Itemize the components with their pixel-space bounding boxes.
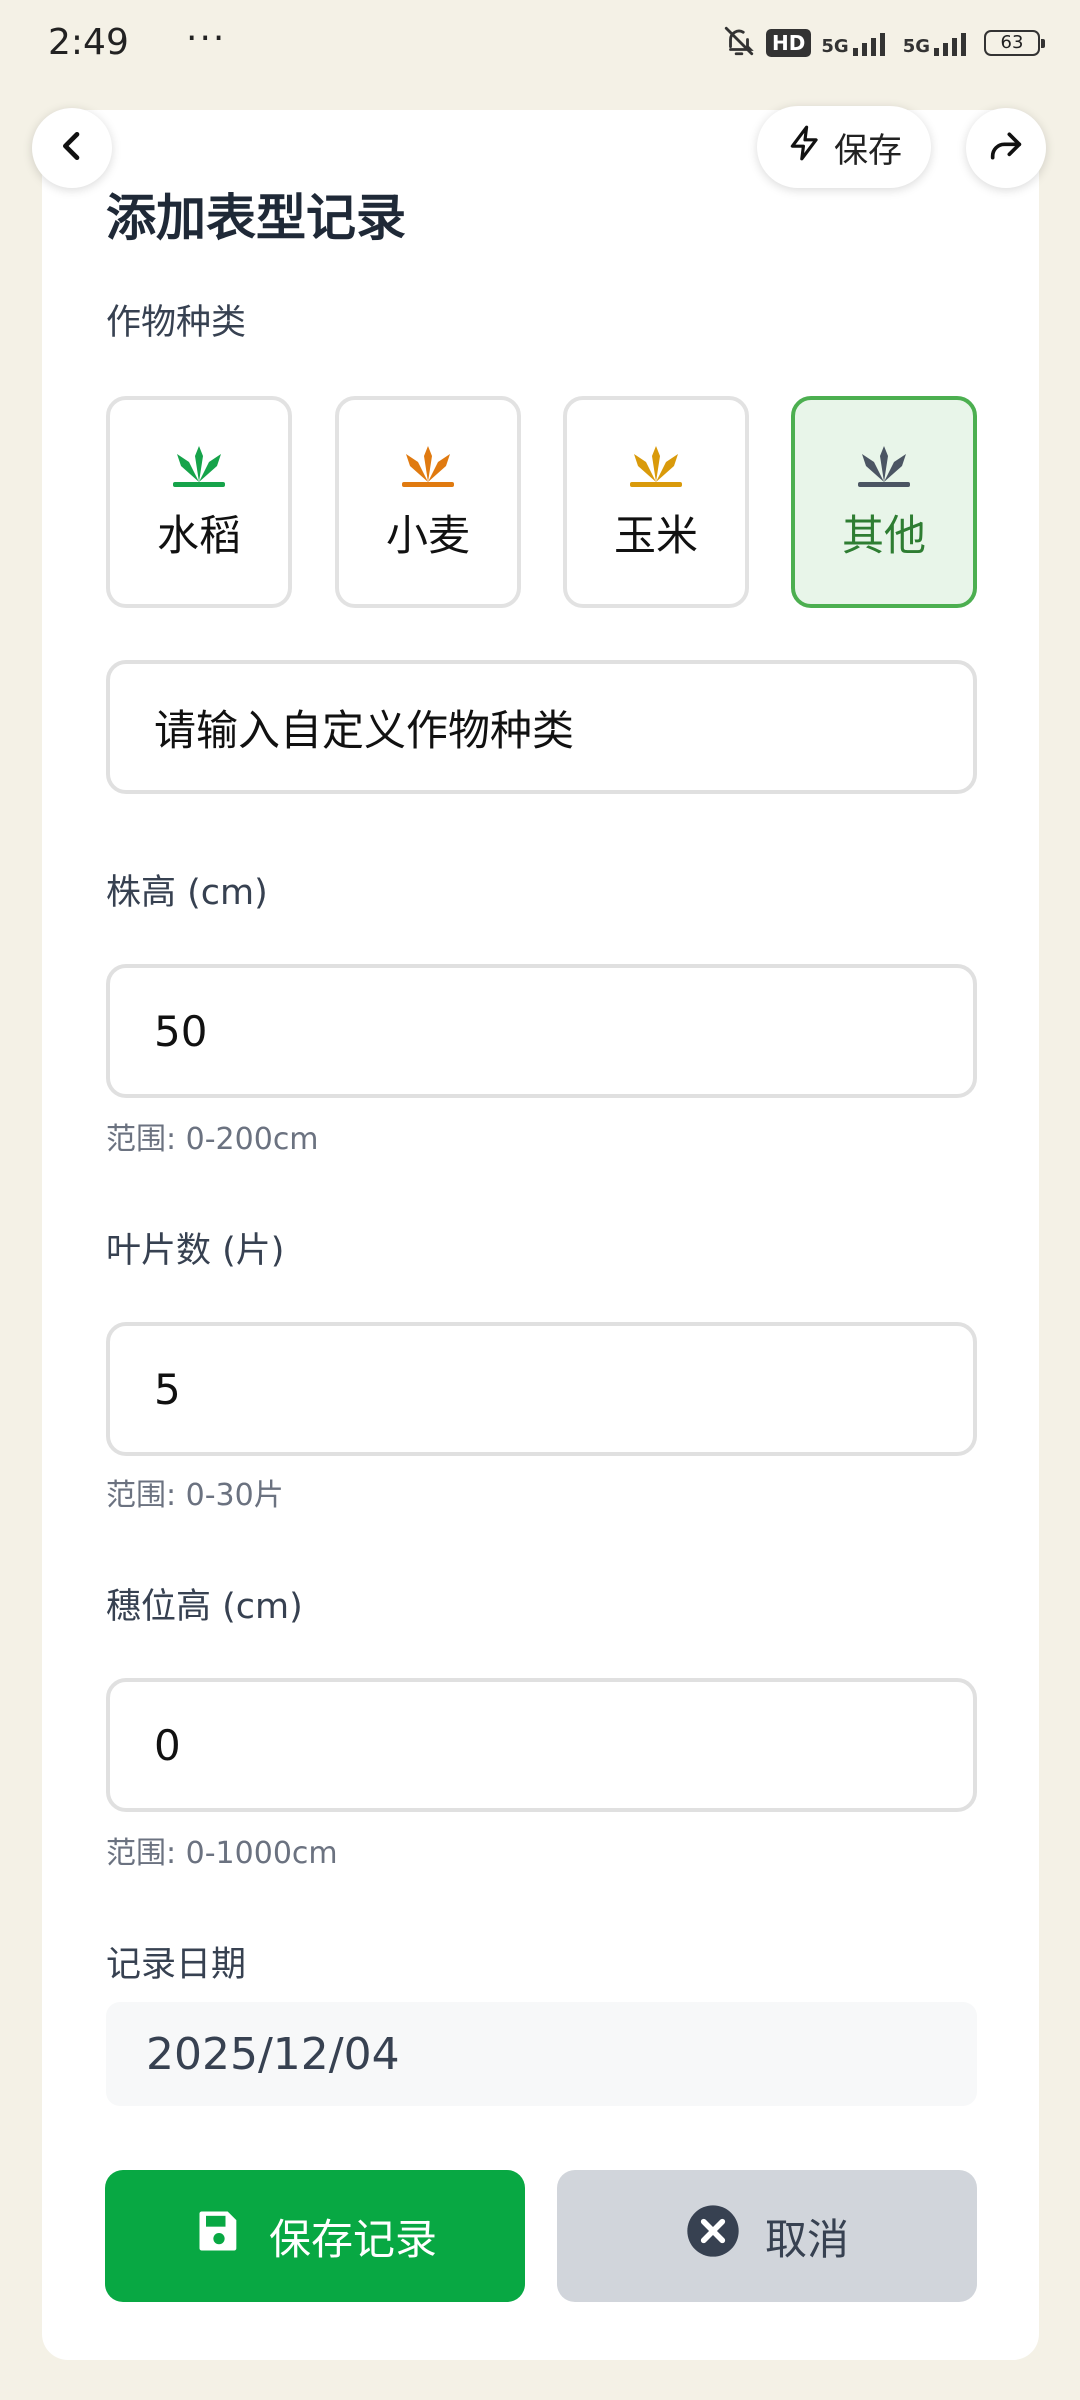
hd-badge: HD <box>766 29 812 57</box>
status-bar: 2:49 ··· HD 5G 5G 63 <box>0 0 1080 92</box>
leaf-count-label: 叶片数 (片) <box>106 1231 285 1271</box>
plant-height-hint: 范围: 0-200cm <box>106 1122 319 1157</box>
leaf-count-hint: 范围: 0-30片 <box>106 1478 284 1513</box>
save-record-label: 保存记录 <box>268 2214 437 2264</box>
cancel-label: 取消 <box>764 2214 849 2264</box>
seedling-icon <box>400 442 456 488</box>
crop-type-label: 作物种类 <box>106 303 247 343</box>
seedling-icon <box>628 442 684 488</box>
crop-option-label: 玉米 <box>613 510 698 560</box>
battery-icon: 63 <box>984 30 1045 56</box>
lightning-icon <box>786 124 824 171</box>
floppy-disk-icon <box>193 2205 245 2267</box>
back-button[interactable] <box>32 108 112 188</box>
leaf-count-input[interactable]: 5 <box>106 1322 977 1456</box>
cancel-button[interactable]: 取消 <box>557 2170 977 2302</box>
save-record-button[interactable]: 保存记录 <box>105 2170 525 2302</box>
seedling-icon <box>171 442 227 488</box>
network-type: 5G <box>902 36 930 57</box>
plant-height-value: 50 <box>154 1006 208 1056</box>
close-circle-icon <box>685 2203 741 2269</box>
crop-option-corn[interactable]: 玉米 <box>563 396 749 608</box>
page-title: 添加表型记录 <box>106 189 406 247</box>
seedling-icon <box>856 442 912 488</box>
leaf-count-value: 5 <box>154 1364 181 1414</box>
crop-option-label: 其他 <box>841 510 926 560</box>
record-date-value: 2025/12/04 <box>146 2028 400 2080</box>
signal-icon: 5G <box>903 30 974 56</box>
ear-height-input[interactable]: 0 <box>106 1678 977 1812</box>
custom-crop-placeholder: 请输入自定义作物种类 <box>154 705 575 755</box>
network-type: 5G <box>821 36 849 57</box>
ear-height-hint: 范围: 0-1000cm <box>106 1836 338 1871</box>
status-time: 2:49 <box>48 22 129 63</box>
custom-crop-input[interactable]: 请输入自定义作物种类 <box>106 660 977 794</box>
ear-height-label: 穗位高 (cm) <box>106 1587 303 1627</box>
crop-option-label: 小麦 <box>385 510 470 560</box>
crop-option-rice[interactable]: 水稻 <box>106 396 292 608</box>
record-date-input[interactable]: 2025/12/04 <box>106 2002 977 2106</box>
plant-height-label: 株高 (cm) <box>106 873 268 913</box>
chevron-left-icon <box>52 126 92 170</box>
quick-save-button[interactable]: 保存 <box>757 106 931 188</box>
ear-height-value: 0 <box>154 1720 181 1770</box>
status-more-dots: ··· <box>186 18 227 59</box>
record-date-label: 记录日期 <box>106 1945 247 1985</box>
quick-save-label: 保存 <box>834 130 902 171</box>
share-button[interactable] <box>966 108 1046 188</box>
crop-option-wheat[interactable]: 小麦 <box>335 396 521 608</box>
crop-option-label: 水稻 <box>156 510 241 560</box>
signal-icon: 5G <box>821 30 892 56</box>
mute-bell-icon <box>722 24 756 62</box>
share-arrow-icon <box>986 126 1026 170</box>
crop-option-other[interactable]: 其他 <box>791 396 977 608</box>
status-icons: HD 5G 5G 63 <box>722 24 1045 62</box>
plant-height-input[interactable]: 50 <box>106 964 977 1098</box>
